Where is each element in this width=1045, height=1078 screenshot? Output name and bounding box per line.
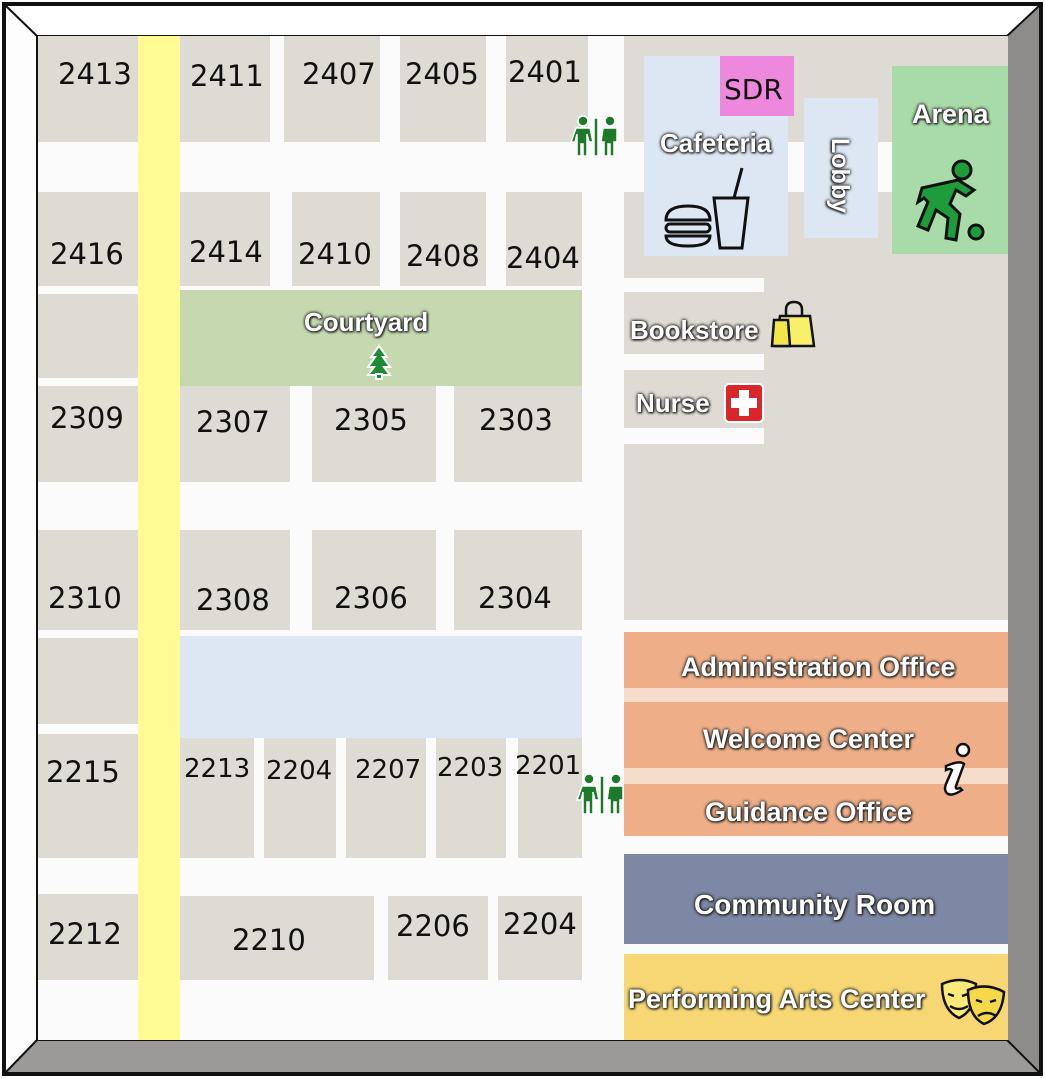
- room-number: 2210: [232, 923, 306, 957]
- arena-label: Arena: [912, 99, 989, 129]
- room-number: 2204: [503, 907, 577, 941]
- room-number: 2414: [189, 235, 263, 269]
- room-number: 2310: [48, 581, 122, 615]
- administration-office-label: Administration Office: [681, 652, 956, 682]
- nurse-label: Nurse: [636, 388, 710, 418]
- hall-stub: [624, 354, 764, 370]
- guidance-office-label: Guidance Office: [705, 797, 913, 827]
- room-block: [38, 638, 138, 724]
- bookstore-label: Bookstore: [630, 315, 759, 345]
- room-number: 2405: [405, 57, 479, 91]
- room-number: 2411: [190, 59, 264, 93]
- theater-masks-icon: [940, 978, 1006, 1026]
- room-number: 2212: [48, 917, 122, 951]
- hall-stub: [624, 428, 764, 444]
- room-number: 2207: [355, 755, 422, 785]
- room-number: 2306: [334, 581, 408, 615]
- soccer-player-icon: [915, 159, 985, 242]
- room-number: 2305: [334, 403, 408, 437]
- room-number: 2203: [437, 753, 504, 783]
- room-number: 2204: [266, 756, 333, 786]
- restroom-icon[interactable]: [576, 772, 628, 816]
- tree-icon: [366, 344, 392, 380]
- room-2304[interactable]: [454, 530, 582, 630]
- room-2310[interactable]: [38, 530, 138, 630]
- room-number: 2308: [196, 583, 270, 617]
- sdr-label: SDR: [724, 73, 783, 106]
- shopping-bag-icon: [770, 300, 816, 348]
- offices-divider: [624, 688, 1008, 702]
- info-icon[interactable]: [936, 742, 976, 800]
- floor-plan: 2413 2411 2407 2405 2401 2416 2414 2410 …: [38, 36, 1008, 1040]
- room-number: 2309: [50, 401, 124, 435]
- room-number: 2413: [58, 57, 132, 91]
- room-number: 2408: [406, 239, 480, 273]
- restroom-icon[interactable]: [570, 114, 622, 158]
- room-number: 2206: [396, 909, 470, 943]
- performing-arts-center-label: Performing Arts Center: [628, 984, 926, 1014]
- cafeteria-label: Cafeteria: [660, 128, 772, 158]
- room-block: [38, 294, 138, 378]
- open-area: [180, 636, 582, 738]
- hall-stub: [624, 278, 764, 292]
- food-icon: [664, 167, 750, 250]
- welcome-center-label: Welcome Center: [703, 724, 915, 754]
- room-number: 2410: [298, 237, 372, 271]
- room-number: 2213: [184, 754, 251, 784]
- first-aid-icon: [724, 383, 764, 423]
- room-2215[interactable]: [38, 734, 138, 858]
- main-corridor: [138, 36, 180, 1040]
- lobby-label: Lobby: [826, 138, 854, 213]
- courtyard-label: Courtyard: [304, 307, 429, 337]
- room-number: 2416: [50, 237, 124, 271]
- room-number: 2307: [196, 405, 270, 439]
- room-number: 2304: [478, 581, 552, 615]
- room-number: 2401: [508, 55, 582, 89]
- room-number: 2303: [479, 403, 553, 437]
- community-room-label: Community Room: [694, 889, 936, 920]
- room-number: 2404: [506, 241, 580, 275]
- room-2306[interactable]: [312, 530, 436, 630]
- room-number: 2407: [302, 57, 376, 91]
- room-number: 2201: [515, 751, 582, 781]
- room-number: 2215: [46, 755, 120, 789]
